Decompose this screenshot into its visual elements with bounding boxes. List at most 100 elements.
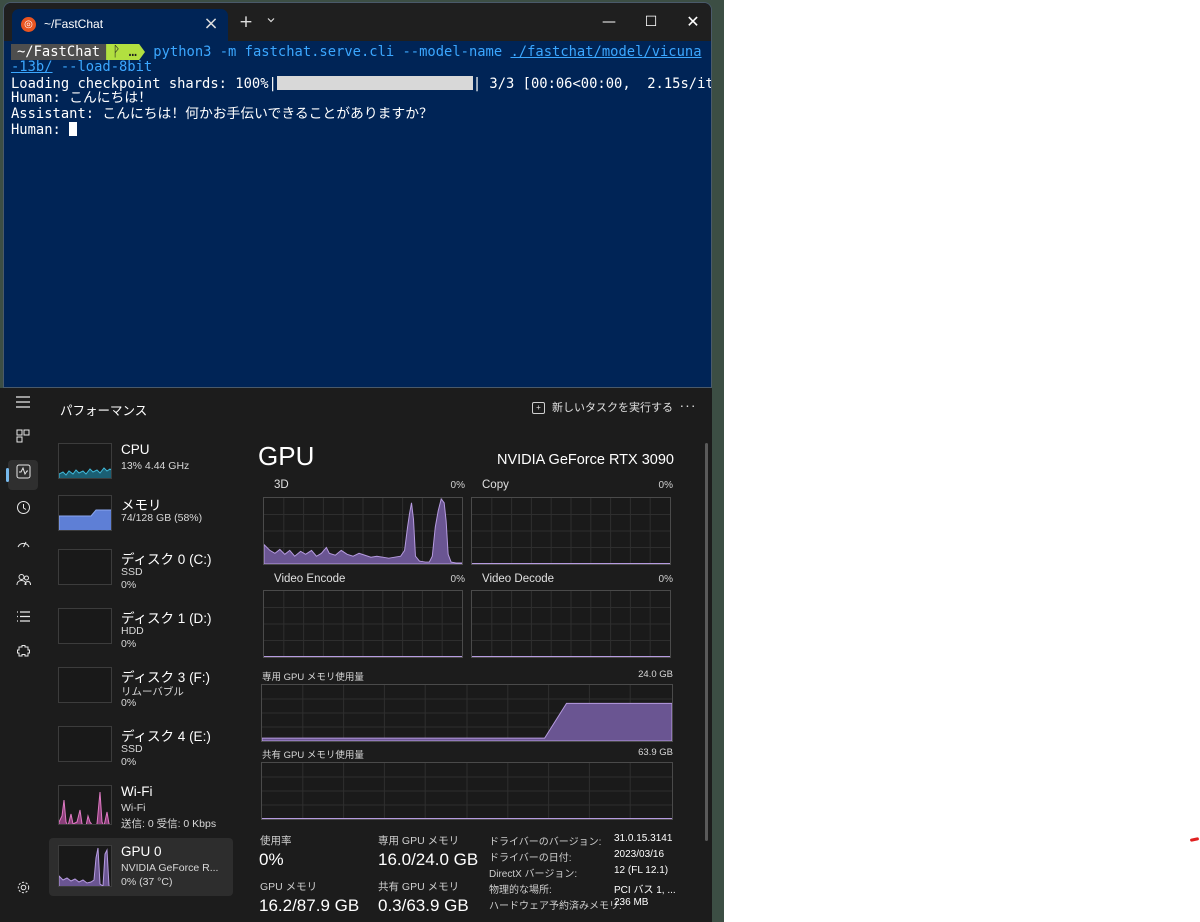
task-manager-window[interactable]: パフォーマンス + 新しいタスクを実行する ··· CPU 13% 4.44 G… bbox=[0, 388, 712, 922]
disk-thumbnail-graph bbox=[58, 549, 112, 585]
directx-version-value: 12 (FL 12.1) bbox=[614, 865, 669, 876]
sidebar-item-detail: SSD bbox=[121, 566, 143, 578]
menu-svg bbox=[16, 396, 30, 408]
gpu-thumbnail-graph bbox=[58, 845, 112, 887]
sidebar-item-usage: 0% bbox=[121, 697, 137, 709]
menu-icon[interactable] bbox=[8, 390, 38, 420]
performance-icon[interactable] bbox=[6, 460, 38, 490]
sidebar-item-detail: HDD bbox=[121, 625, 144, 637]
engine-video-encode-graph-svg bbox=[264, 591, 462, 657]
performance-svg bbox=[16, 464, 30, 479]
sidebar-item-cpu[interactable]: CPU 13% 4.44 GHz bbox=[49, 436, 233, 494]
sidebar-item-detail: 74/128 GB (58%) bbox=[121, 512, 203, 524]
engine-3d-graph bbox=[263, 497, 463, 565]
services-svg bbox=[16, 645, 30, 657]
human-prompt-line[interactable]: Human: bbox=[11, 121, 711, 138]
minimize-button[interactable]: — bbox=[589, 6, 629, 38]
engine-copy-label[interactable]: Copy bbox=[482, 479, 509, 491]
maximize-button[interactable]: ☐ bbox=[631, 6, 671, 38]
gpu-thumbnail-svg bbox=[59, 847, 111, 886]
sidebar-item-name: GPU 0 bbox=[121, 844, 162, 859]
gpu-memory-stat-label: GPU メモリ bbox=[260, 881, 318, 893]
command-model-path-wrap[interactable]: -13b/ bbox=[11, 59, 53, 75]
driver-version-value: 31.0.15.3141 bbox=[614, 833, 673, 844]
chevron-down-icon[interactable] bbox=[262, 12, 280, 32]
users-icon[interactable] bbox=[8, 568, 38, 598]
sidebar-item-name: メモリ bbox=[121, 498, 162, 513]
command-model-path[interactable]: ./fastchat/model/vicuna bbox=[510, 44, 701, 60]
stray-red-mark bbox=[1189, 837, 1200, 842]
loading-line: Loading checkpoint shards: 100%| | 3/3 [0… bbox=[11, 75, 711, 91]
dedicated-memory-graph-svg bbox=[262, 685, 672, 741]
ubuntu-icon: ◎ bbox=[21, 17, 36, 32]
settings-icon[interactable] bbox=[8, 876, 38, 906]
engine-video-decode-label[interactable]: Video Decode bbox=[482, 573, 554, 585]
terminal-window[interactable]: ◎ ~/FastChat × + — ☐ ✕ ~/FastChat ᚹ … pyt… bbox=[3, 2, 712, 388]
engine-video-encode-percent: 0% bbox=[450, 574, 465, 585]
shared-memory-max: 63.9 GB bbox=[638, 747, 673, 758]
page-title: パフォーマンス bbox=[60, 404, 148, 418]
new-tab-button[interactable]: + bbox=[236, 12, 256, 32]
prompt-path: ~/FastChat bbox=[11, 44, 107, 60]
gpu-model: NVIDIA GeForce RTX 3090 bbox=[496, 452, 674, 468]
engine-3d-label[interactable]: 3D bbox=[274, 479, 289, 491]
human-prompt: Human: bbox=[11, 121, 70, 138]
processes-svg bbox=[16, 429, 30, 443]
text-cursor bbox=[69, 121, 78, 136]
sidebar-item-disk-1[interactable]: ディスク 1 (D:) HDD 0% bbox=[49, 601, 233, 659]
processes-icon[interactable] bbox=[8, 424, 38, 454]
run-new-task-label: 新しいタスクを実行する bbox=[552, 402, 673, 414]
details-icon[interactable] bbox=[8, 604, 38, 634]
assistant-line: Assistant: こんにちは！何かお手伝いできることがありますか？ bbox=[11, 105, 433, 122]
performance-sidebar: CPU 13% 4.44 GHz メモリ 74/128 GB (58%) ディス… bbox=[49, 436, 235, 922]
dedicated-memory-stat-label: 専用 GPU メモリ bbox=[378, 835, 460, 847]
terminal-titlebar[interactable]: ◎ ~/FastChat × + — ☐ ✕ bbox=[4, 3, 711, 41]
driver-date-label: ドライバーの日付: bbox=[489, 853, 572, 864]
prompt-git-segment: ᚹ … bbox=[106, 44, 145, 60]
sidebar-item-usage: 0% bbox=[121, 579, 137, 591]
memory-thumbnail-graph bbox=[58, 495, 112, 531]
shared-memory-stat-label: 共有 GPU メモリ bbox=[378, 881, 460, 893]
tab-title: ~/FastChat bbox=[44, 17, 104, 31]
panel-scrollbar[interactable] bbox=[705, 443, 708, 841]
sidebar-item-memory[interactable]: メモリ 74/128 GB (58%) bbox=[49, 488, 233, 546]
sidebar-item-gpu-0[interactable]: GPU 0 NVIDIA GeForce R... 0% (37 °C) bbox=[49, 838, 233, 896]
driver-date-value: 2023/03/16 bbox=[614, 849, 665, 860]
terminal-tab[interactable]: ◎ ~/FastChat × bbox=[12, 9, 228, 41]
sidebar-item-detail: Wi-Fi bbox=[121, 802, 146, 814]
engine-3d-graph-svg bbox=[264, 498, 462, 564]
tab-close-icon[interactable]: × bbox=[200, 13, 222, 35]
services-icon[interactable] bbox=[8, 640, 38, 670]
dedicated-memory-stat-value: 16.0/24.0 GB bbox=[378, 850, 479, 869]
command-line: ~/FastChat ᚹ … python3 -m fastchat.serve.… bbox=[11, 44, 711, 60]
users-svg bbox=[16, 574, 31, 586]
more-options-button[interactable]: ··· bbox=[676, 396, 700, 418]
close-button[interactable]: ✕ bbox=[673, 6, 711, 38]
sidebar-item-usage: 0% (37 °C) bbox=[121, 876, 173, 888]
sidebar-item-wifi[interactable]: Wi-Fi Wi-Fi 送信: 0 受信: 0 Kbps bbox=[49, 778, 233, 836]
details-svg bbox=[16, 611, 30, 622]
app-history-icon[interactable] bbox=[8, 496, 38, 526]
sidebar-item-name: ディスク 1 (D:) bbox=[121, 611, 212, 626]
engine-video-encode-label[interactable]: Video Encode bbox=[274, 573, 345, 585]
disk-thumbnail-graph bbox=[58, 608, 112, 644]
engine-3d-percent: 0% bbox=[450, 480, 465, 491]
shared-memory-graph-svg bbox=[262, 763, 672, 819]
disk-thumbnail-graph bbox=[58, 667, 112, 703]
startup-apps-icon[interactable] bbox=[8, 532, 38, 562]
sidebar-item-disk-3[interactable]: ディスク 3 (F:) リムーバブル 0% bbox=[49, 660, 233, 718]
reserved-memory-label: ハードウェア予約済みメモリ: bbox=[489, 901, 622, 912]
engine-video-decode-graph-svg bbox=[472, 591, 670, 657]
disk-thumbnail-graph bbox=[58, 726, 112, 762]
terminal-output[interactable]: ~/FastChat ᚹ … python3 -m fastchat.serve.… bbox=[4, 41, 711, 387]
sidebar-item-disk-0[interactable]: ディスク 0 (C:) SSD 0% bbox=[49, 542, 233, 600]
settings-svg bbox=[17, 881, 29, 894]
sidebar-item-name: CPU bbox=[121, 442, 150, 457]
utilization-label: 使用率 bbox=[260, 835, 292, 847]
sidebar-item-disk-4[interactable]: ディスク 4 (E:) SSD 0% bbox=[49, 719, 233, 777]
shared-memory-stat-value: 0.3/63.9 GB bbox=[378, 896, 469, 915]
physical-location-label: 物理的な場所: bbox=[489, 885, 552, 896]
dedicated-memory-graph bbox=[261, 684, 673, 742]
task-manager-header: パフォーマンス + 新しいタスクを実行する ··· bbox=[46, 388, 712, 426]
dedicated-memory-label: 専用 GPU メモリ使用量 bbox=[262, 672, 364, 683]
